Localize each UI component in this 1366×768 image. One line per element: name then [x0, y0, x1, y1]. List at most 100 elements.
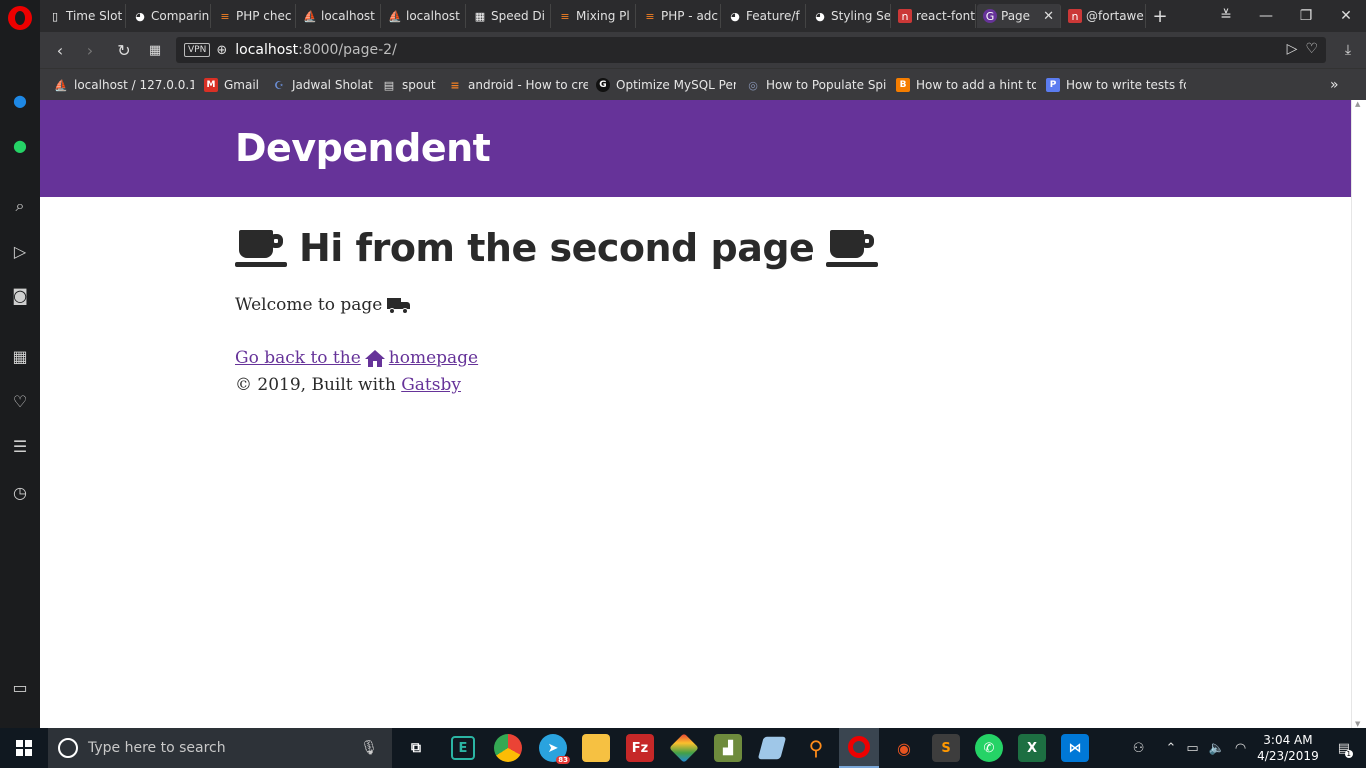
npm-icon: n: [1068, 9, 1082, 23]
bookmark-4[interactable]: ≡ android - How to cre: [448, 75, 588, 95]
close-tab-icon[interactable]: ✕: [1043, 9, 1060, 24]
task-view-icon[interactable]: ⧉: [402, 734, 430, 762]
tab-1[interactable]: ◕ Comparin: [127, 4, 211, 28]
notifications-icon[interactable]: ▤ 1: [1338, 741, 1353, 758]
system-tray: ⚇ ⌃ ▭ 🔈 ◠ 3:04 AM 4/23/2019 ▤ 1: [1128, 728, 1366, 768]
tray-chevron-icon[interactable]: ⌃: [1165, 741, 1176, 756]
more-bookmarks-icon[interactable]: »: [1330, 75, 1346, 95]
heart-icon[interactable]: ♡: [1305, 41, 1318, 57]
tabs-overview-icon[interactable]: ▦: [143, 39, 167, 61]
gatsby-link[interactable]: Gatsby: [401, 375, 461, 395]
restore-icon[interactable]: ❐: [1286, 4, 1326, 28]
npm-icon: n: [898, 9, 912, 23]
address-bar[interactable]: VPN ⊕ localhost:8000/page-2/ ▷ ♡: [176, 37, 1326, 63]
chrome-icon[interactable]: [494, 734, 522, 762]
tab-menu-icon[interactable]: ≚: [1206, 4, 1246, 28]
whatsapp-icon[interactable]: ●: [8, 133, 32, 157]
news-icon[interactable]: ☰: [8, 434, 32, 458]
github-icon: ◕: [135, 9, 145, 23]
wifi-icon[interactable]: ◠: [1235, 741, 1246, 756]
tab-7[interactable]: ≡ PHP - adc: [637, 4, 721, 28]
ubuntu-icon[interactable]: ◉: [890, 734, 918, 762]
url-path: :8000/page-2/: [298, 42, 397, 58]
download-icon[interactable]: ⤓: [1336, 39, 1360, 61]
reload-icon[interactable]: ↻: [112, 39, 136, 61]
bookmark-3[interactable]: ▤ spout: [382, 75, 452, 95]
whatsapp-taskbar-icon[interactable]: ✆: [975, 734, 1003, 762]
tab-3[interactable]: ⛵ localhost: [297, 4, 381, 28]
blogger-icon: B: [896, 78, 910, 92]
sidebar-toggle-icon[interactable]: ▭: [8, 675, 32, 699]
tab-8[interactable]: ◕ Feature/f: [722, 4, 806, 28]
start-button[interactable]: [0, 728, 48, 768]
g-icon: G: [596, 78, 610, 92]
homepage-link[interactable]: Go back to the homepage: [235, 348, 478, 368]
back-icon[interactable]: ‹: [48, 39, 72, 61]
tab-2[interactable]: ≡ PHP chec: [212, 4, 296, 28]
doc-icon: ▤: [383, 78, 395, 92]
battery-icon[interactable]: ▭: [1186, 741, 1198, 756]
send-icon[interactable]: ▷: [1287, 41, 1298, 57]
opera-taskbar-icon-active[interactable]: [839, 728, 879, 768]
speed-dial-icon[interactable]: ▦: [8, 344, 32, 368]
search-icon[interactable]: ⌕: [8, 194, 32, 218]
minimize-icon[interactable]: —: [1246, 4, 1286, 28]
site-header: Devpendent: [40, 100, 1351, 197]
github-icon: ◕: [815, 9, 825, 23]
camera-snapshot-icon[interactable]: ◙: [8, 283, 32, 307]
messenger-icon[interactable]: ●: [8, 88, 32, 112]
tab-10[interactable]: n react-font: [892, 4, 976, 28]
filezilla-icon[interactable]: Fz: [626, 734, 654, 762]
tab-12[interactable]: n @fortawe: [1062, 4, 1146, 28]
bookmark-7[interactable]: B How to add a hint to: [896, 75, 1036, 95]
tab-4[interactable]: ⛵ localhost: [382, 4, 466, 28]
tab-5[interactable]: ▦ Speed Di: [467, 4, 551, 28]
history-clock-icon[interactable]: ◷: [8, 480, 32, 504]
vscode-icon[interactable]: ⋈: [1061, 734, 1089, 762]
doc-icon: ▯: [51, 9, 59, 23]
close-window-icon[interactable]: ✕: [1326, 4, 1366, 28]
activity-monitor-icon[interactable]: ▟: [714, 734, 742, 762]
tab-11-active[interactable]: G Page ✕: [977, 4, 1061, 28]
tab-9[interactable]: ◕ Styling Se: [807, 4, 891, 28]
bookmark-5[interactable]: G Optimize MySQL Perf: [596, 75, 736, 95]
microphone-icon[interactable]: 🎙: [360, 740, 378, 756]
p-icon: P: [1046, 78, 1060, 92]
windows-logo-icon: [16, 740, 32, 756]
clock[interactable]: 3:04 AM 4/23/2019: [1257, 732, 1319, 764]
telegram-icon[interactable]: ➤ 83: [539, 734, 570, 764]
elementary-app-icon[interactable]: E: [451, 736, 475, 760]
phpmyadmin-icon: ⛵: [388, 9, 402, 23]
sublime-text-icon[interactable]: S: [932, 734, 960, 762]
vpn-badge[interactable]: VPN: [184, 43, 211, 57]
stackoverflow-icon: ≡: [560, 9, 570, 23]
web-page: Devpendent Hi from the second page Welco…: [40, 100, 1351, 728]
tab-0[interactable]: ▯ Time Slot: [42, 4, 126, 28]
tab-6[interactable]: ≡ Mixing Pl: [552, 4, 636, 28]
excel-icon[interactable]: X: [1018, 734, 1046, 762]
windows-taskbar: Type here to search 🎙 ⧉ E ➤ 83 Fz ▟ ⚲ ◉ S…: [0, 728, 1366, 768]
file-explorer-icon[interactable]: [582, 734, 610, 762]
site-title-link[interactable]: Devpendent: [235, 126, 491, 170]
opera-sidebar: ● ● ⌕ ▷ ◙ ▦ ♡ ☰ ◷ ▭: [0, 0, 40, 728]
git-app-icon[interactable]: [669, 733, 699, 763]
forward-icon[interactable]: ›: [78, 39, 102, 61]
search-everything-icon[interactable]: ⚲: [802, 734, 830, 762]
opera-menu-icon[interactable]: [8, 6, 32, 30]
bookmark-8[interactable]: P How to write tests for: [1046, 75, 1186, 95]
notes-app-icon[interactable]: [757, 736, 787, 760]
people-icon[interactable]: ⚇: [1133, 741, 1145, 756]
volume-icon[interactable]: 🔈: [1209, 741, 1225, 756]
stackoverflow-icon: ≡: [645, 9, 655, 23]
flow-send-icon[interactable]: ▷: [8, 239, 32, 263]
page-scrollbar[interactable]: [1351, 100, 1366, 728]
bookmark-0[interactable]: ⛵ localhost / 127.0.0.1 |: [54, 75, 194, 95]
heart-bookmarks-icon[interactable]: ♡: [8, 389, 32, 413]
bookmark-2[interactable]: ☪ Jadwal Sholat: [272, 75, 382, 95]
new-tab-button[interactable]: +: [1140, 4, 1180, 28]
bookmark-6[interactable]: ◎ How to Populate Spin: [746, 75, 886, 95]
welcome-text: Welcome to page: [235, 295, 411, 315]
navigation-bar: ‹ › ↻ ▦ VPN ⊕ localhost:8000/page-2/ ▷ ♡…: [40, 32, 1366, 68]
taskbar-search[interactable]: Type here to search 🎙: [48, 728, 392, 768]
address-actions: ▷ ♡: [1287, 41, 1318, 57]
